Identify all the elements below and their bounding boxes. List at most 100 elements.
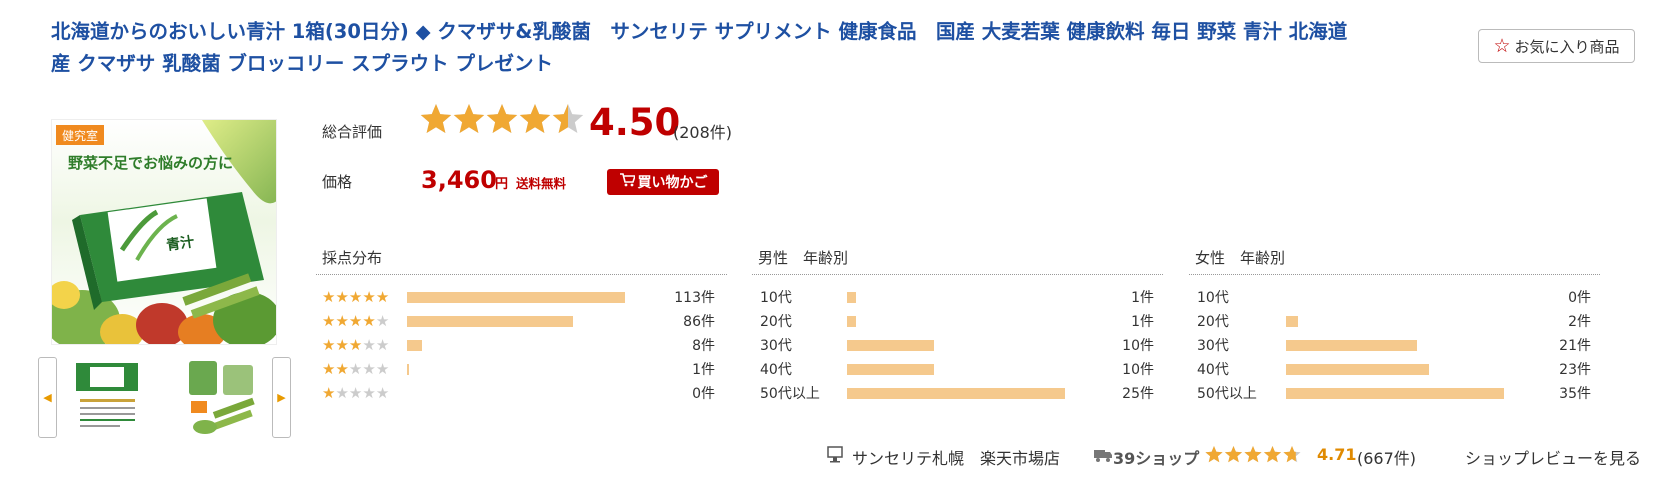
price-value: 3,460 bbox=[421, 166, 497, 194]
score-distribution-title: 採点分布 bbox=[316, 247, 727, 275]
distribution-row: 30代 10件 bbox=[760, 335, 1154, 355]
star-icon: ★ bbox=[348, 336, 363, 354]
distribution-row: ★★★★★ 1件 bbox=[322, 359, 715, 379]
distribution-bar bbox=[1286, 316, 1299, 327]
row-label: 10代 bbox=[760, 290, 792, 306]
row-count: 35件 bbox=[1559, 386, 1591, 402]
thumbnail-prev-button[interactable]: ◀ bbox=[38, 357, 57, 438]
thumbnail-next-button[interactable]: ▶ bbox=[272, 357, 291, 438]
shop-review-link[interactable]: ショップレビューを見る bbox=[1465, 445, 1641, 469]
star-icon: ★ bbox=[322, 288, 336, 306]
rating-value: 4.50 bbox=[589, 101, 681, 144]
row-count: 1件 bbox=[1131, 314, 1154, 330]
shop-rating-count: (667件) bbox=[1357, 449, 1417, 468]
star-icon: ★ bbox=[348, 384, 363, 402]
row-count: 10件 bbox=[1122, 362, 1154, 378]
distribution-bar bbox=[1286, 388, 1504, 399]
distribution-bar bbox=[407, 340, 423, 351]
star-icon: ★ bbox=[375, 384, 390, 402]
cart-icon bbox=[619, 173, 636, 191]
chevron-right-icon: ▶ bbox=[277, 391, 286, 404]
distribution-row: 50代以上 35件 bbox=[1197, 383, 1591, 403]
row-count: 86件 bbox=[683, 314, 715, 330]
star-icon: ★ bbox=[322, 312, 336, 330]
male-age-distribution: 男性 年齢別 bbox=[752, 247, 1163, 275]
row-label: 20代 bbox=[1197, 314, 1229, 330]
distribution-bar bbox=[847, 388, 1065, 399]
thumbnail-1[interactable] bbox=[70, 357, 145, 438]
score-distribution: 採点分布 bbox=[316, 247, 727, 275]
star-filled-icon bbox=[519, 104, 551, 133]
distribution-bar bbox=[407, 364, 409, 375]
rating-stars bbox=[420, 104, 584, 142]
star-filled-icon bbox=[420, 104, 452, 133]
row-label: 10代 bbox=[1197, 290, 1229, 306]
distribution-row: ★★★★★ 8件 bbox=[322, 335, 715, 355]
distribution-bar bbox=[847, 364, 935, 375]
star-icon: ★ bbox=[362, 312, 376, 330]
star-icon: ★ bbox=[362, 360, 376, 378]
row-label: 50代以上 bbox=[760, 386, 820, 402]
row-label: 30代 bbox=[1197, 338, 1229, 354]
distribution-row: 40代 10件 bbox=[760, 359, 1154, 379]
star-filled-icon bbox=[1205, 446, 1223, 463]
row-count: 21件 bbox=[1559, 338, 1591, 354]
distribution-row: 20代 1件 bbox=[760, 311, 1154, 331]
female-distribution-title: 女性 年齢別 bbox=[1189, 247, 1600, 275]
star-icon: ★ bbox=[362, 288, 376, 306]
shop-icon bbox=[826, 445, 844, 467]
row-stars: ★★★★★ bbox=[322, 287, 389, 307]
star-icon: ★ bbox=[322, 384, 336, 402]
distribution-bar bbox=[847, 340, 935, 351]
image-tagline: 野菜不足でお悩みの方に bbox=[68, 154, 233, 172]
product-image[interactable]: 健究室 野菜不足でお悩みの方に 青汁 bbox=[51, 119, 277, 345]
star-icon: ★ bbox=[335, 360, 349, 378]
favorite-button[interactable]: ☆ お気に入り商品 bbox=[1478, 29, 1635, 63]
star-icon: ★ bbox=[322, 336, 336, 354]
star-icon: ★ bbox=[348, 288, 363, 306]
star-icon: ★ bbox=[322, 360, 336, 378]
distribution-bar bbox=[847, 292, 856, 303]
shop-rating-stars bbox=[1205, 446, 1305, 470]
female-age-distribution: 女性 年齢別 bbox=[1189, 247, 1600, 275]
distribution-bar bbox=[407, 316, 573, 327]
row-count: 1件 bbox=[1131, 290, 1154, 306]
star-outline-icon: ☆ bbox=[1493, 34, 1511, 57]
rating-count[interactable]: (208件) bbox=[673, 119, 732, 143]
shop-rating-value: 4.71 bbox=[1317, 445, 1357, 464]
row-count: 25件 bbox=[1122, 386, 1154, 402]
shop-name-link[interactable]: サンセリテ札幌 楽天市場店 bbox=[852, 445, 1060, 469]
price-yen: 円 bbox=[495, 177, 509, 192]
row-stars: ★★★★★ bbox=[322, 383, 389, 403]
star-filled-icon bbox=[453, 104, 485, 133]
star-icon: ★ bbox=[335, 312, 349, 330]
distribution-row: 30代 21件 bbox=[1197, 335, 1591, 355]
chevron-left-icon: ◀ bbox=[43, 391, 52, 404]
star-filled-icon bbox=[1244, 446, 1262, 463]
add-to-cart-button[interactable]: 買い物かご bbox=[607, 169, 719, 195]
row-stars: ★★★★★ bbox=[322, 311, 389, 331]
star-icon: ★ bbox=[335, 288, 349, 306]
star-icon: ★ bbox=[335, 336, 349, 354]
row-count: 23件 bbox=[1559, 362, 1591, 378]
row-count: 113件 bbox=[674, 290, 715, 306]
star-icon: ★ bbox=[362, 336, 376, 354]
distribution-bar bbox=[1286, 340, 1417, 351]
brand-logo-text: 健究室 bbox=[62, 128, 98, 143]
thumbnail-2[interactable] bbox=[183, 357, 258, 438]
rating-label: 総合評価 bbox=[322, 123, 383, 141]
row-count: 0件 bbox=[1568, 290, 1591, 306]
distribution-row: 10代 0件 bbox=[1197, 287, 1591, 307]
distribution-row: 10代 1件 bbox=[760, 287, 1154, 307]
row-count: 10件 bbox=[1122, 338, 1154, 354]
row-label: 40代 bbox=[1197, 362, 1229, 378]
star-icon: ★ bbox=[375, 360, 390, 378]
cart-label: 買い物かご bbox=[637, 175, 708, 191]
star-filled-icon bbox=[1263, 446, 1282, 463]
row-count: 0件 bbox=[692, 386, 715, 402]
star-filled-icon bbox=[1224, 446, 1243, 463]
row-count: 1件 bbox=[692, 362, 715, 378]
row-stars: ★★★★★ bbox=[322, 359, 389, 379]
product-title: 北海道からのおいしい青汁 1箱(30日分) ◆ クマザサ&乳酸菌 サンセリテ サ… bbox=[51, 20, 1348, 75]
distribution-bar bbox=[847, 316, 856, 327]
